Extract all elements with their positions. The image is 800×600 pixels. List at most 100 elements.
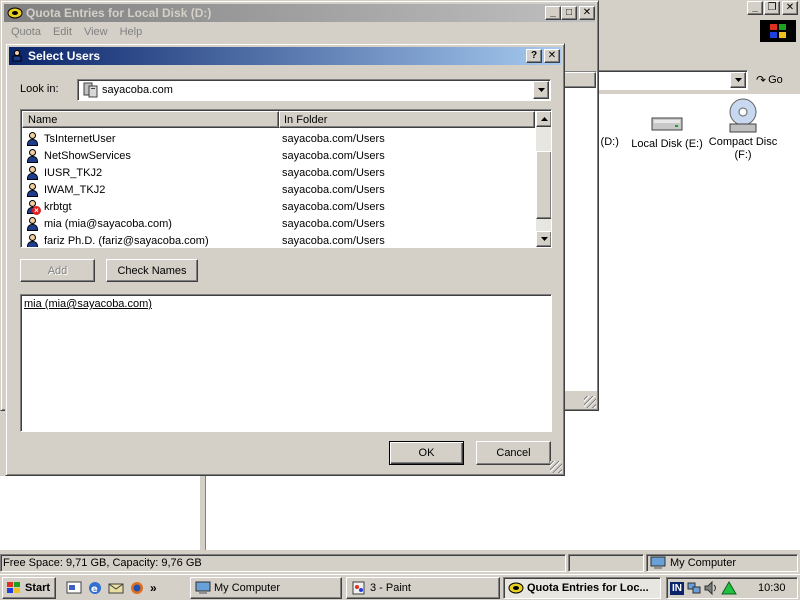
user-folder: sayacoba.com/Users [282, 217, 385, 230]
svg-text:e: e [91, 584, 98, 595]
user-name: IUSR_TKJ2 [44, 166, 103, 179]
arrow-up-icon [540, 117, 548, 121]
user-icon [26, 148, 40, 163]
computer-icon [195, 581, 211, 594]
user-name: mia (mia@sayacoba.com) [44, 217, 172, 230]
task-quota-entries[interactable]: Quota Entries for Loc... [503, 577, 661, 599]
user-icon [26, 131, 40, 146]
minimize-button[interactable]: _ [747, 1, 763, 15]
language-indicator[interactable]: IN [670, 581, 684, 595]
alert-triangle-icon[interactable] [721, 581, 737, 595]
menu-view[interactable]: View [78, 24, 114, 42]
select-users-dialog: Select Users ? ✕ Look in: sayacoba.com N… [5, 43, 565, 476]
list-item[interactable]: mia (mia@sayacoba.com) sayacoba.com/Users [22, 215, 537, 232]
clock: 10:30 [758, 582, 786, 594]
look-in-dropdown-button[interactable] [533, 81, 549, 99]
status-location: My Computer [646, 554, 798, 572]
disk-quota-icon [7, 7, 23, 19]
task-paint[interactable]: 3 - Paint [346, 577, 500, 599]
selected-user-name[interactable]: mia (mia@sayacoba.com) [24, 298, 152, 310]
look-in-label: Look in: [20, 83, 59, 95]
list-item[interactable]: NetShowServices sayacoba.com/Users [22, 147, 537, 164]
user-folder: sayacoba.com/Users [282, 132, 385, 145]
computer-icon [650, 556, 666, 569]
paint-icon [352, 581, 365, 595]
look-in-select[interactable]: sayacoba.com [77, 79, 551, 101]
restore-button[interactable]: ❐ [764, 1, 780, 15]
go-button[interactable]: ↷ Go [756, 70, 796, 90]
menu-help[interactable]: Help [114, 24, 149, 42]
drive-e[interactable]: Local Disk (E:) [631, 108, 703, 150]
quota-list-area [561, 71, 597, 391]
selected-users-field[interactable]: mia (mia@sayacoba.com) [20, 294, 552, 432]
domain-icon [83, 82, 98, 98]
users-icon [12, 50, 22, 62]
status-bar: Free Space: 9,71 GB, Capacity: 9,76 GB M… [0, 553, 800, 573]
column-header-name[interactable]: Name [22, 111, 279, 128]
cd-drive-icon [729, 98, 757, 133]
column-header-folder[interactable]: In Folder [279, 111, 535, 128]
close-button[interactable]: ✕ [782, 1, 798, 15]
list-item[interactable]: × krbtgt sayacoba.com/Users [22, 198, 537, 215]
user-name: NetShowServices [44, 149, 131, 162]
menu-edit[interactable]: Edit [47, 24, 78, 42]
system-tray: IN 10:30 [666, 577, 798, 599]
go-arrow-icon: ↷ [756, 73, 767, 87]
volume-icon[interactable] [704, 581, 718, 595]
disabled-user-icon: × [26, 199, 41, 215]
quota-close-button[interactable]: ✕ [579, 6, 595, 20]
arrow-down-icon [540, 237, 548, 241]
status-spacer [568, 554, 644, 572]
internet-explorer-icon[interactable]: e [87, 580, 103, 596]
cancel-button[interactable]: Cancel [476, 441, 551, 465]
vertical-scrollbar[interactable] [536, 111, 551, 247]
user-name: TsInternetUser [44, 132, 116, 145]
list-item[interactable]: fariz Ph.D. (fariz@sayacoba.com) sayacoba… [22, 232, 537, 247]
network-icon[interactable] [687, 581, 701, 595]
hard-disk-icon [651, 117, 683, 131]
resize-grip-icon[interactable] [584, 396, 596, 408]
user-name: IWAM_TKJ2 [44, 183, 106, 196]
user-folder: sayacoba.com/Users [282, 183, 385, 196]
menu-quota[interactable]: Quota [5, 24, 47, 42]
left-pane [0, 476, 200, 550]
outlook-express-icon[interactable] [108, 580, 124, 596]
chevron-down-icon [537, 88, 545, 92]
start-button[interactable]: Start [2, 577, 56, 599]
dialog-titlebar: Select Users ? ✕ [9, 47, 561, 65]
ok-button[interactable]: OK [389, 441, 464, 465]
user-icon [26, 165, 40, 180]
quota-maximize-button[interactable]: □ [561, 6, 577, 20]
address-dropdown-button[interactable] [730, 72, 746, 88]
chevron-down-icon [734, 78, 742, 82]
list-item[interactable]: IWAM_TKJ2 sayacoba.com/Users [22, 181, 537, 198]
user-icon [26, 216, 40, 231]
list-item[interactable]: TsInternetUser sayacoba.com/Users [22, 130, 537, 147]
task-my-computer[interactable]: My Computer [190, 577, 342, 599]
show-desktop-icon[interactable] [66, 580, 82, 596]
user-folder: sayacoba.com/Users [282, 200, 385, 213]
check-names-button[interactable]: Check Names [106, 259, 198, 282]
status-free-space: Free Space: 9,71 GB, Capacity: 9,76 GB [0, 554, 566, 572]
dialog-close-button[interactable]: ✕ [544, 49, 560, 63]
user-icon [26, 182, 40, 197]
add-button[interactable]: Add [20, 259, 95, 282]
user-name: krbtgt [44, 200, 72, 213]
drive-f[interactable]: Compact Disc (F:) [703, 98, 783, 162]
quota-minimize-button[interactable]: _ [545, 6, 561, 20]
users-list[interactable]: Name In Folder TsInternetUser sayacoba.co… [20, 109, 552, 248]
list-item[interactable]: IUSR_TKJ2 sayacoba.com/Users [22, 164, 537, 181]
quota-column-header [562, 72, 596, 88]
scroll-down-button[interactable] [536, 231, 551, 247]
quicklaunch-more-button[interactable]: » [150, 581, 157, 595]
windows-logo-icon [760, 20, 796, 42]
quicklaunch: e » [66, 578, 157, 598]
help-button[interactable]: ? [526, 49, 542, 63]
scroll-up-button[interactable] [536, 111, 551, 127]
user-name: fariz Ph.D. (fariz@sayacoba.com) [44, 234, 209, 247]
scroll-thumb[interactable] [536, 151, 551, 219]
user-icon [26, 233, 40, 247]
address-field[interactable] [596, 70, 748, 90]
firefox-icon[interactable] [129, 580, 145, 596]
dialog-resize-grip-icon[interactable] [550, 461, 562, 473]
